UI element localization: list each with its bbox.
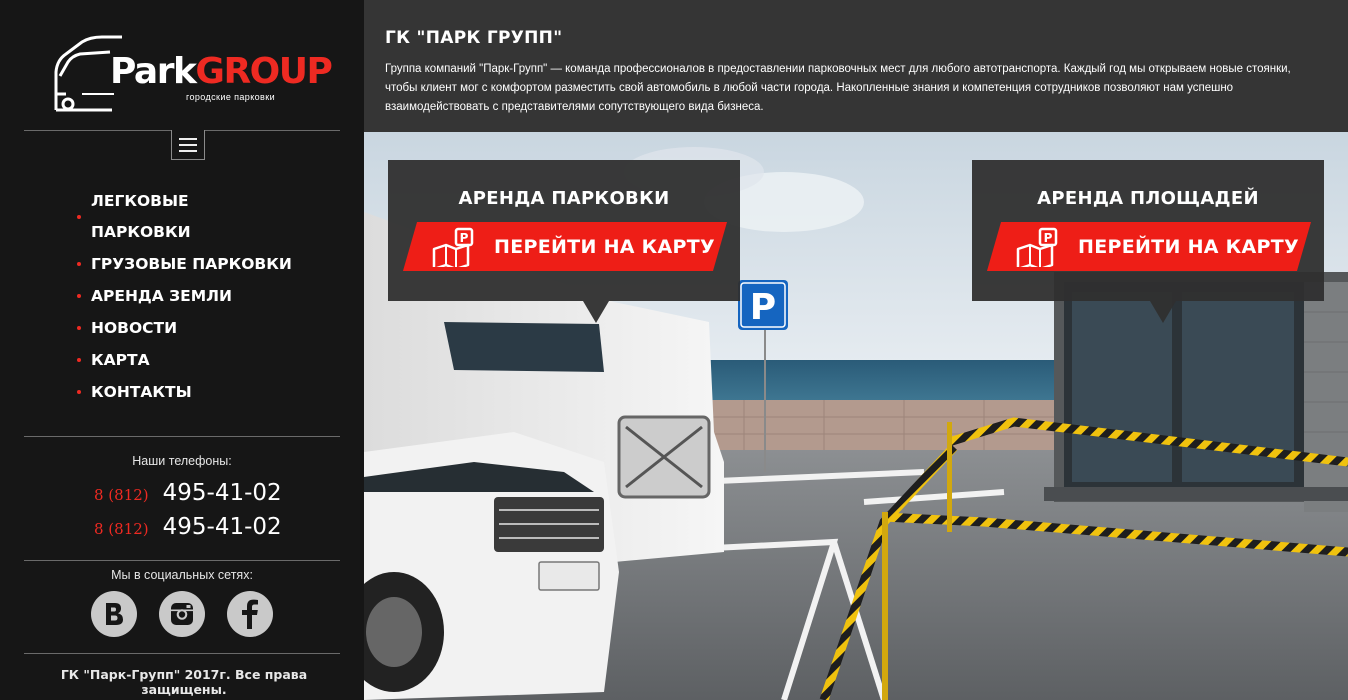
logo[interactable]: ParkGROUP городские парковки — [52, 32, 333, 120]
nav-item-contacts[interactable]: Контакты — [76, 376, 346, 408]
divider — [24, 436, 340, 437]
button-content: P Перейти на карту — [410, 222, 720, 271]
nav-item-truck-parking[interactable]: Грузовые парковки — [76, 248, 346, 280]
logo-wordmark: ParkGROUP — [110, 51, 333, 92]
divider — [24, 560, 340, 561]
phone-code: 8 (812) — [94, 520, 149, 538]
sidebar: ParkGROUP городские парковки Легковые па… — [0, 0, 364, 700]
parking-map-icon: P — [432, 227, 474, 267]
parking-rent-card: Аренда парковки P Перейти на карту — [388, 160, 740, 323]
menu-toggle-button[interactable] — [171, 130, 205, 160]
card-pointer — [583, 301, 609, 323]
phone-line[interactable]: 8 (812) 495-41-02 — [94, 480, 282, 506]
phone-number: 495-41-02 — [162, 480, 282, 506]
phones-title: Наши телефоны: — [132, 454, 232, 468]
nav-item-map[interactable]: Карта — [76, 344, 346, 376]
burger-line — [179, 149, 197, 152]
nav-item-land-rent[interactable]: Аренда земли — [76, 280, 346, 312]
parking-sign-letter: P — [750, 287, 776, 328]
card-title: Аренда площадей — [1037, 188, 1259, 209]
nav-item-car-parking[interactable]: Легковые парковки — [76, 186, 191, 248]
card-pointer — [1150, 301, 1176, 323]
area-rent-card: Аренда площадей P Перейти на карту — [972, 160, 1324, 323]
vk-icon[interactable] — [91, 591, 137, 637]
parking-map-icon: P — [1016, 227, 1058, 267]
phone-code: 8 (812) — [94, 486, 149, 504]
divider — [24, 653, 340, 654]
go-to-map-button[interactable]: P Перейти на карту — [986, 222, 1312, 271]
main-content: ГК "ПАРК ГРУПП" Группа компаний "Парк-Гр… — [364, 0, 1348, 700]
burger-line — [179, 137, 197, 140]
nav-item-news[interactable]: Новости — [76, 312, 346, 344]
burger-line — [179, 143, 197, 146]
main-nav: Легковые парковки Грузовые парковки Арен… — [76, 186, 346, 408]
button-label: Перейти на карту — [1078, 235, 1299, 258]
card-title: Аренда парковки — [458, 188, 670, 209]
button-label: Перейти на карту — [494, 235, 715, 258]
svg-text:P: P — [460, 231, 469, 245]
copyright: ГК "Парк-Групп" 2017г. Все права защищен… — [60, 667, 308, 697]
phone-number: 495-41-02 — [162, 514, 282, 540]
instagram-icon[interactable] — [159, 591, 205, 637]
phone-line[interactable]: 8 (812) 495-41-02 — [94, 514, 282, 540]
facebook-icon[interactable] — [227, 591, 273, 637]
logo-subtitle: городские парковки — [186, 92, 275, 102]
page-title: ГК "ПАРК ГРУПП" — [385, 28, 563, 48]
about-header: ГК "ПАРК ГРУПП" Группа компаний "Парк-Гр… — [364, 0, 1348, 132]
button-content: P Перейти на карту — [994, 222, 1304, 271]
svg-text:P: P — [1044, 231, 1053, 245]
go-to-map-button[interactable]: P Перейти на карту — [402, 222, 728, 271]
social-title: Мы в социальных сетях: — [111, 568, 253, 582]
company-description: Группа компаний "Парк-Групп" — команда п… — [385, 63, 1291, 113]
